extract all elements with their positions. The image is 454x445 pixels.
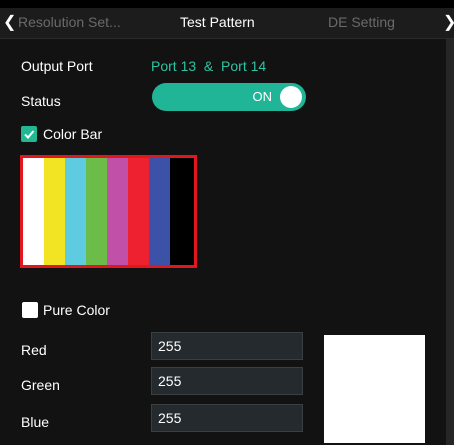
tab-resolution-settings[interactable]: Resolution Set...	[18, 14, 121, 30]
stripe-green	[86, 158, 107, 265]
status-toggle-text: ON	[252, 89, 273, 104]
color-bar-label: Color Bar	[43, 126, 103, 142]
output-port-label: Output Port	[21, 58, 93, 74]
stripe-black	[170, 158, 194, 265]
tab-test-pattern[interactable]: Test Pattern	[180, 14, 255, 30]
green-input[interactable]: 255	[151, 367, 303, 395]
tab-bar: ❮ Resolution Set... Test Pattern DE Sett…	[0, 8, 454, 39]
red-label: Red	[21, 342, 47, 358]
output-port-value: Port 13 & Port 14	[151, 58, 267, 74]
tab-de-setting[interactable]: DE Setting	[328, 14, 395, 30]
chevron-right-icon[interactable]: ❯	[443, 12, 454, 32]
status-toggle[interactable]: ON	[152, 83, 306, 111]
chevron-left-icon[interactable]: ❮	[3, 12, 16, 32]
color-bar-checkbox[interactable]	[21, 126, 37, 142]
pure-color-label: Pure Color	[43, 302, 110, 318]
checkmark-icon	[24, 130, 35, 139]
stripe-yellow	[44, 158, 65, 265]
red-input[interactable]: 255	[151, 332, 303, 360]
green-label: Green	[21, 377, 60, 393]
pure-color-preview	[324, 335, 425, 443]
pure-color-checkbox[interactable]	[22, 302, 38, 318]
scrollbar[interactable]	[446, 39, 454, 445]
status-label: Status	[21, 93, 61, 109]
stripe-blue	[149, 158, 170, 265]
test-pattern-panel: Output Port Port 13 & Port 14 Status ON …	[0, 39, 446, 445]
stripe-cyan	[65, 158, 86, 265]
stripe-red	[128, 158, 149, 265]
stripe-magenta	[107, 158, 128, 265]
stripe-white	[23, 158, 44, 265]
blue-input[interactable]: 255	[151, 404, 303, 432]
color-bar-preview	[20, 155, 197, 268]
blue-label: Blue	[21, 414, 50, 430]
window-top-bar	[0, 0, 454, 8]
toggle-knob	[280, 86, 302, 108]
